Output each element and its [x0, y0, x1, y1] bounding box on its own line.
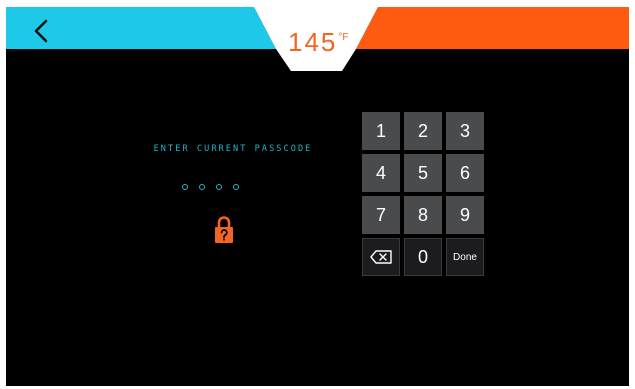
temperature-unit: °F [338, 32, 349, 43]
backspace-button[interactable] [362, 238, 400, 276]
temperature-value: 145 [288, 27, 338, 57]
screen: 145 °F ENTER CURRENT PASSCODE 1 2 3 4 5 … [6, 7, 629, 386]
key-9[interactable]: 9 [446, 196, 484, 234]
passcode-dot [233, 184, 239, 190]
header-right-band [356, 7, 629, 49]
done-button[interactable]: Done [446, 238, 484, 276]
key-0[interactable]: 0 [404, 238, 442, 276]
lock-question-icon [214, 215, 234, 248]
backspace-icon [370, 250, 392, 264]
key-7[interactable]: 7 [362, 196, 400, 234]
key-8[interactable]: 8 [404, 196, 442, 234]
passcode-dot [182, 184, 188, 190]
key-5[interactable]: 5 [404, 154, 442, 192]
passcode-prompt: ENTER CURRENT PASSCODE [153, 144, 313, 154]
numeric-keypad: 1 2 3 4 5 6 7 8 9 0 Done [362, 112, 484, 276]
chevron-left-icon [34, 19, 48, 43]
passcode-dot [199, 184, 205, 190]
back-button[interactable] [24, 14, 58, 48]
passcode-dot [216, 184, 222, 190]
key-4[interactable]: 4 [362, 154, 400, 192]
passcode-dots [182, 184, 239, 190]
top-bar: 145 °F [6, 7, 629, 77]
key-1[interactable]: 1 [362, 112, 400, 150]
temperature-readout: 145 °F [288, 26, 349, 58]
key-6[interactable]: 6 [446, 154, 484, 192]
key-3[interactable]: 3 [446, 112, 484, 150]
key-2[interactable]: 2 [404, 112, 442, 150]
